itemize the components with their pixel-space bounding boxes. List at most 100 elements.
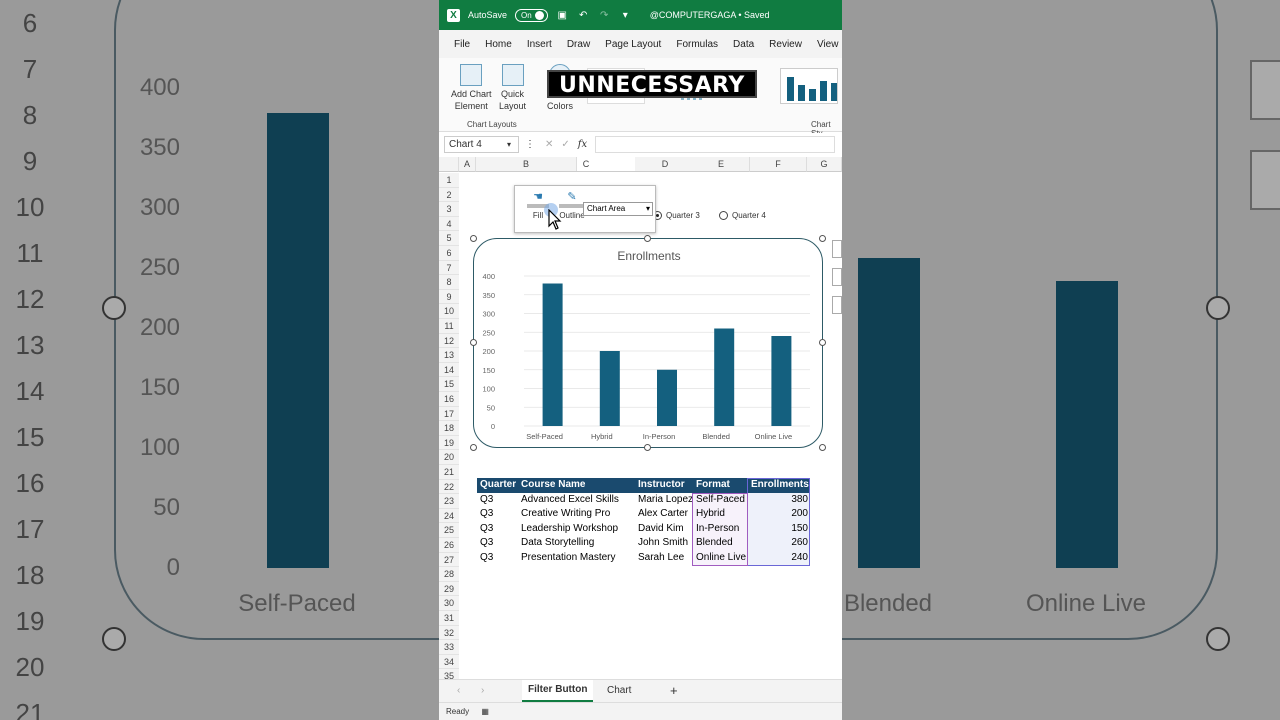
row-header[interactable]: 31 — [439, 611, 459, 626]
more-icon[interactable]: ⋮ — [525, 139, 535, 150]
table-cell[interactable]: Sarah Lee — [635, 551, 693, 566]
resize-handle[interactable] — [819, 235, 826, 242]
table-cell[interactable]: Course Name — [518, 478, 635, 493]
undo-icon[interactable]: ↶ — [577, 9, 590, 22]
tab-home[interactable]: Home — [485, 39, 512, 50]
resize-handle[interactable] — [644, 444, 651, 451]
chart-element-select[interactable]: Chart Area ▾ — [583, 202, 653, 216]
row-header[interactable]: 21 — [439, 465, 459, 480]
tab-page-layout[interactable]: Page Layout — [605, 39, 661, 50]
row-header[interactable]: 10 — [439, 304, 459, 319]
chart-elements-side-button[interactable] — [832, 240, 842, 258]
resize-handle[interactable] — [470, 444, 477, 451]
radio-quarter-3[interactable]: Quarter 3 — [653, 211, 700, 220]
redo-icon[interactable]: ↷ — [598, 9, 611, 22]
sheet-tab-chart[interactable]: Chart — [607, 685, 631, 696]
resize-handle[interactable] — [819, 339, 826, 346]
table-cell[interactable]: David Kim — [635, 522, 693, 537]
cancel-icon[interactable]: ✕ — [545, 139, 553, 150]
table-cell[interactable]: Alex Carter — [635, 507, 693, 522]
row-header[interactable]: 33 — [439, 640, 459, 655]
table-cell[interactable]: Advanced Excel Skills — [518, 493, 635, 508]
row-header[interactable]: 27 — [439, 552, 459, 568]
chart-filters-side-button[interactable] — [832, 296, 842, 314]
row-header[interactable]: 7 — [439, 260, 459, 276]
tab-draw[interactable]: Draw — [567, 39, 590, 50]
tab-file[interactable]: File — [454, 39, 470, 50]
customize-qat-icon[interactable]: ▾ — [619, 9, 632, 22]
row-header[interactable]: 5 — [439, 231, 459, 246]
tab-review[interactable]: Review — [769, 39, 802, 50]
table-cell[interactable]: Data Storytelling — [518, 536, 635, 551]
autosave-toggle[interactable]: On — [515, 8, 548, 22]
row-header[interactable]: 16 — [439, 392, 459, 407]
row-header[interactable]: 6 — [439, 246, 459, 261]
name-box-dropdown-icon[interactable]: ▾ — [507, 140, 511, 149]
column-header-g[interactable]: G — [807, 157, 842, 172]
resize-handle[interactable] — [819, 444, 826, 451]
column-header-d[interactable]: D — [635, 157, 696, 172]
table-cell[interactable]: Leadership Workshop — [518, 522, 635, 537]
row-header[interactable]: 2 — [439, 187, 459, 203]
row-header[interactable]: 32 — [439, 625, 459, 641]
tab-view[interactable]: View — [817, 39, 839, 50]
row-header[interactable]: 9 — [439, 289, 459, 305]
tab-insert[interactable]: Insert — [527, 39, 552, 50]
table-cell[interactable]: Q3 — [477, 507, 518, 522]
table-cell[interactable]: Creative Writing Pro — [518, 507, 635, 522]
row-header[interactable]: 3 — [439, 202, 459, 217]
tab-data[interactable]: Data — [733, 39, 754, 50]
row-header[interactable]: 24 — [439, 508, 459, 524]
row-header[interactable]: 19 — [439, 435, 459, 451]
row-header[interactable]: 30 — [439, 596, 459, 611]
table-cell[interactable]: Q3 — [477, 551, 518, 566]
row-header[interactable]: 8 — [439, 275, 459, 290]
row-header[interactable]: 25 — [439, 523, 459, 538]
enter-icon[interactable]: ✓ — [561, 139, 569, 150]
fx-icon[interactable]: fx — [578, 139, 587, 150]
radio-quarter-4[interactable]: Quarter 4 — [719, 211, 766, 220]
chart-area[interactable]: Enrollments 0 50 100 150 200 250 300 350 400 Self-… — [473, 238, 823, 448]
resize-handle[interactable] — [644, 235, 651, 242]
resize-handle[interactable] — [470, 339, 477, 346]
table-cell[interactable]: Q3 — [477, 536, 518, 551]
table-cell[interactable]: John Smith — [635, 536, 693, 551]
save-icon[interactable]: ▣ — [556, 9, 569, 22]
row-header[interactable]: 34 — [439, 654, 459, 670]
row-header[interactable]: 20 — [439, 450, 459, 465]
tab-formulas[interactable]: Formulas — [676, 39, 718, 50]
column-header-e[interactable]: E — [693, 157, 750, 172]
chart-style-thumb[interactable] — [780, 68, 838, 104]
table-cell[interactable]: Instructor — [635, 478, 693, 493]
table-cell[interactable]: Format — [693, 478, 748, 493]
accessibility-icon[interactable]: ▦ — [481, 707, 489, 716]
resize-handle[interactable] — [470, 235, 477, 242]
row-header[interactable]: 23 — [439, 494, 459, 509]
table-cell[interactable]: Q3 — [477, 493, 518, 508]
column-header-f[interactable]: F — [750, 157, 807, 172]
formula-input[interactable] — [595, 135, 836, 153]
table-cell[interactable]: Presentation Mastery — [518, 551, 635, 566]
column-header-a[interactable]: A — [459, 157, 476, 172]
row-header[interactable]: 15 — [439, 377, 459, 392]
row-header[interactable]: 11 — [439, 319, 459, 334]
document-title[interactable]: @COMPUTERGAGA • Saved — [650, 10, 770, 20]
table-cell[interactable]: Quarter — [477, 478, 518, 493]
table-cell[interactable]: Q3 — [477, 522, 518, 537]
sheet-tab-filter-button[interactable]: Filter Button — [522, 680, 594, 702]
row-header[interactable]: 28 — [439, 567, 459, 582]
add-sheet-icon[interactable]: + — [670, 683, 678, 698]
corner-cell[interactable] — [439, 157, 459, 172]
scroll-left-icon[interactable]: ‹ — [457, 685, 460, 696]
row-header[interactable]: 18 — [439, 421, 459, 436]
row-header[interactable]: 1 — [439, 173, 459, 188]
quick-layout-button[interactable]: Quick Layout — [499, 64, 526, 112]
row-header[interactable]: 12 — [439, 333, 459, 349]
row-header[interactable]: 14 — [439, 362, 459, 378]
add-chart-element-button[interactable]: Add Chart Element — [451, 64, 492, 112]
row-header[interactable]: 22 — [439, 479, 459, 495]
table-cell[interactable]: Maria Lopez — [635, 493, 693, 508]
row-header[interactable]: 13 — [439, 348, 459, 363]
row-header[interactable]: 4 — [439, 216, 459, 232]
row-header[interactable]: 29 — [439, 581, 459, 597]
